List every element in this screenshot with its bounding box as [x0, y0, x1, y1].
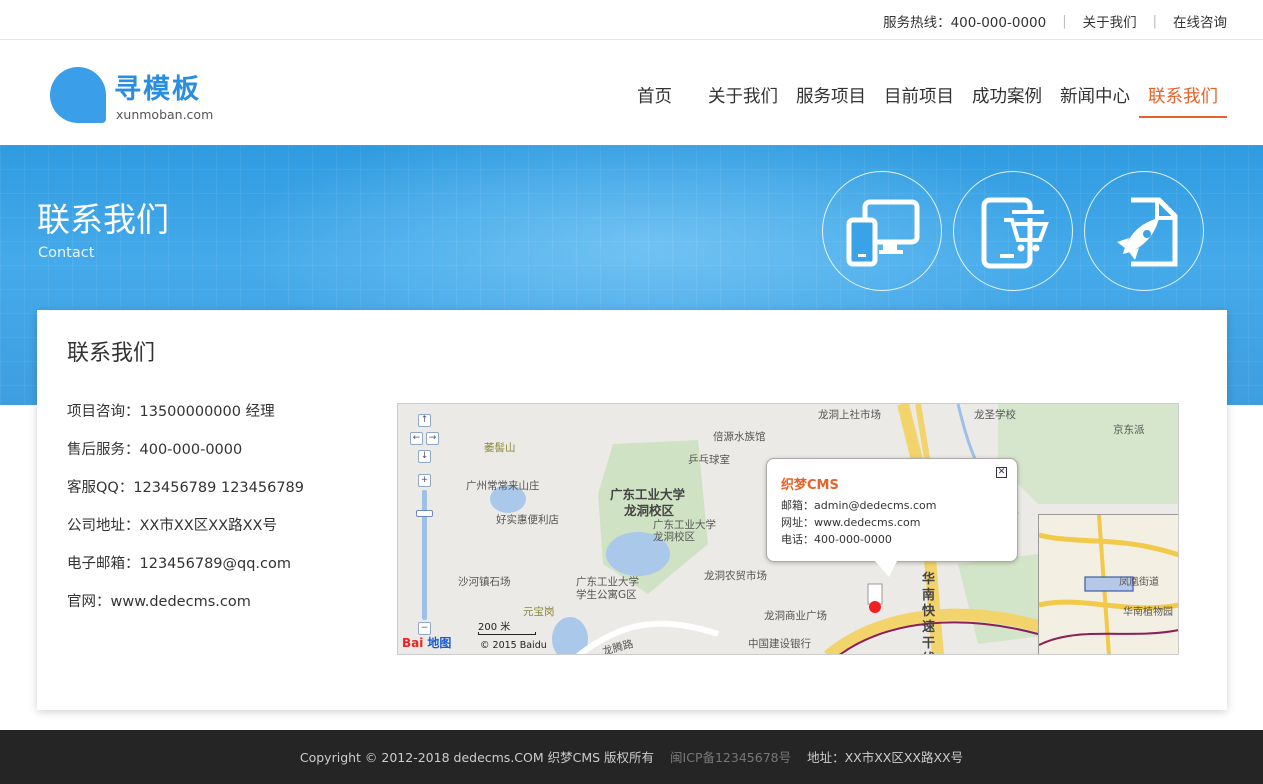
main-nav: 首页 关于我们 服务项目 目前项目 成功案例 新闻中心 联系我们	[628, 84, 1227, 118]
divider: |	[1152, 13, 1157, 29]
contact-row-website[interactable]: 官网：www.dedecms.com	[67, 592, 304, 630]
map-label: 龙洞商业广场	[764, 610, 827, 622]
nav-item-contact[interactable]: 联系我们	[1139, 84, 1227, 118]
popup-title: 织梦CMS	[781, 478, 839, 493]
close-icon[interactable]: ✕	[996, 467, 1007, 478]
logo-domain: xunmoban.com	[116, 107, 214, 122]
overview-label: 华南植物园	[1123, 607, 1173, 618]
footer: Copyright © 2012-2018 dedecms.COM 织梦CMS …	[0, 730, 1263, 784]
rocket-doc-icon	[1084, 171, 1204, 291]
contact-row-address: 公司地址：XX市XX区XX路XX号	[67, 518, 277, 534]
nav-item-current-projects[interactable]: 目前项目	[875, 84, 963, 118]
popup-email: 邮箱：admin@dedecms.com	[781, 499, 937, 512]
map-label: 中国建设银行	[748, 638, 811, 650]
pan-up-icon[interactable]: ↑	[418, 414, 431, 427]
nav-item-news[interactable]: 新闻中心	[1051, 84, 1139, 118]
baidu-logo-map: 地图	[427, 636, 452, 650]
banner-title: 联系我们	[37, 200, 169, 239]
pan-down-icon[interactable]: ↓	[418, 450, 431, 463]
top-link-online-consult[interactable]: 在线咨询	[1173, 11, 1227, 31]
nav-item-services[interactable]: 服务项目	[787, 84, 875, 118]
contact-row-project: 项目咨询：13500000000 经理	[67, 404, 275, 420]
map-label: 元宝岗	[523, 606, 555, 618]
baidu-logo-text: Bai	[402, 636, 424, 650]
footer-icp-link[interactable]: 闽ICP备12345678号	[670, 750, 791, 765]
contact-row-email: 电子邮箱：123456789@qq.com	[67, 556, 292, 572]
top-bar: 服务热线：400-000-0000 | 关于我们 | 在线咨询	[0, 0, 1263, 40]
map-label: 沙河镇石场	[458, 576, 511, 588]
map-info-popup: 织梦CMS ✕ 邮箱：admin@dedecms.com 网址：www.dede…	[766, 458, 1018, 577]
hotline-text: 服务热线：400-000-0000	[883, 15, 1047, 31]
map-label: 龙洞上社市场	[818, 409, 881, 421]
popup-phone: 电话：400-000-0000	[781, 533, 892, 546]
map-label: 乒乓球室	[688, 454, 730, 466]
zoom-slider-handle[interactable]	[416, 510, 433, 517]
devices-icon	[822, 171, 942, 291]
map-label: 学生公寓G区	[576, 589, 637, 601]
map-label: 龙圣学校	[974, 409, 1016, 421]
contact-row-aftersales: 售后服务：400-000-0000	[67, 442, 243, 458]
pan-left-icon[interactable]: ←	[410, 432, 423, 445]
baidu-map[interactable]: 龙洞上社市场 龙圣学校 京东派 倍源水族馆 萎髻山 乒乓球室 广州常常来山庄 广…	[397, 403, 1179, 655]
nav-item-home[interactable]: 首页	[628, 84, 681, 118]
contact-info-list: 项目咨询：13500000000 经理 售后服务：400-000-0000 客服…	[67, 402, 304, 630]
map-label: 京东派	[1113, 424, 1145, 436]
top-link-about[interactable]: 关于我们	[1083, 11, 1137, 31]
map-scale-label: 200 米	[478, 622, 511, 633]
tablet-cart-icon	[953, 171, 1073, 291]
banner-subtitle: Contact	[38, 245, 95, 261]
map-label: 广州常常来山庄	[466, 480, 540, 492]
logo-bubble-icon	[50, 67, 106, 123]
nav-item-cases[interactable]: 成功案例	[963, 84, 1051, 118]
map-zoom-control: ↑ ← → ↓ + −	[410, 414, 440, 644]
popup-site: 网址：www.dedecms.com	[781, 516, 921, 529]
logo-brand: 寻模板	[114, 74, 201, 105]
map-label: 萎髻山	[484, 442, 516, 454]
map-label: 倍源水族馆	[713, 431, 766, 443]
map-label: 好实惠便利店	[496, 514, 559, 526]
map-scale-bar	[478, 632, 536, 635]
section-title: 联系我们	[67, 341, 156, 366]
top-links: 服务热线：400-000-0000 | 关于我们 | 在线咨询	[883, 11, 1227, 32]
baidu-logo: Bai 地图	[402, 634, 451, 651]
pan-right-icon[interactable]: →	[426, 432, 439, 445]
contact-panel: 联系我们 项目咨询：13500000000 经理 售后服务：400-000-00…	[37, 310, 1227, 710]
zoom-in-icon[interactable]: +	[418, 474, 431, 487]
map-label: 龙洞农贸市场	[704, 570, 767, 582]
footer-copyright: Copyright © 2012-2018 dedecms.COM 织梦CMS …	[299, 750, 655, 765]
map-label: 龙洞校区	[653, 531, 695, 543]
divider: |	[1062, 13, 1067, 29]
popup-tail	[875, 561, 897, 577]
nav-item-about[interactable]: 关于我们	[699, 84, 787, 118]
map-overview[interactable]: 凤凰街道 华南植物园	[1038, 514, 1178, 654]
map-copyright: © 2015 Baidu	[480, 640, 547, 651]
header: 寻模板 xunmoban.com 首页 关于我们 服务项目 目前项目 成功案例 …	[0, 40, 1263, 145]
logo[interactable]: 寻模板 xunmoban.com	[50, 67, 250, 127]
map-label-road: 华南快速干线	[922, 572, 936, 654]
overview-label: 凤凰街道	[1119, 577, 1159, 588]
footer-address: 地址：XX市XX区XX路XX号	[807, 750, 964, 765]
contact-row-qq: 客服QQ：123456789 123456789	[67, 480, 304, 496]
